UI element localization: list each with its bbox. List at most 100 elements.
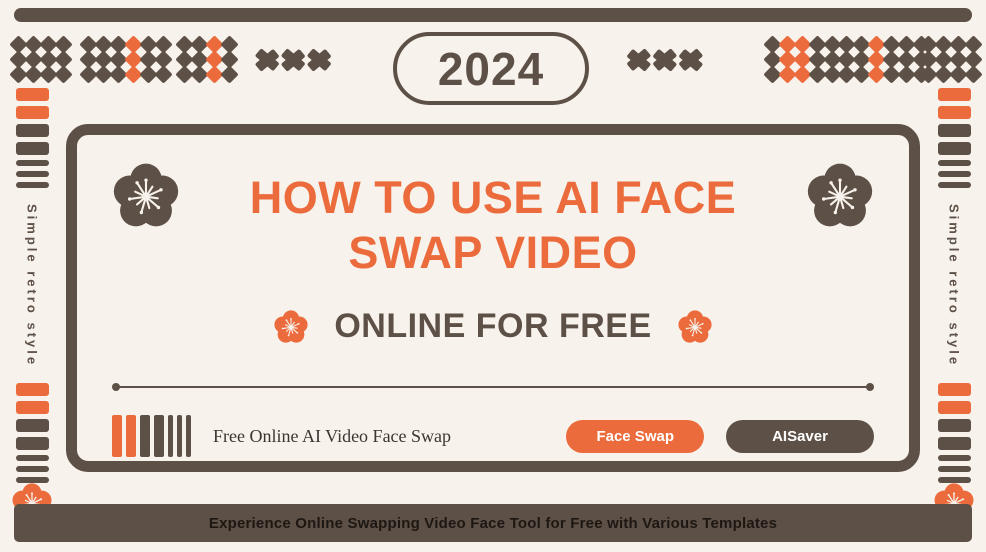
diamond-row xyxy=(9,35,73,54)
diamond-row xyxy=(919,50,983,69)
left-side-rail: Simple retro style xyxy=(8,88,56,522)
chevron-right-icon xyxy=(256,40,282,80)
barcode-bar xyxy=(168,415,173,457)
diamond-row xyxy=(79,50,173,69)
diamond-row xyxy=(763,50,842,69)
title-line-1: HOW TO USE AI FACE xyxy=(249,172,737,223)
tagline-text: Free Online AI Video Face Swap xyxy=(213,425,452,446)
barcode-bar xyxy=(186,415,191,457)
horizontal-divider xyxy=(112,383,874,391)
bottom-banner-text: Experience Online Swapping Video Face To… xyxy=(208,514,778,532)
chevron-left-group xyxy=(624,40,702,80)
rail-bar xyxy=(15,455,49,462)
face-swap-button[interactable]: Face Swap xyxy=(566,419,704,453)
diamond-pattern-group xyxy=(175,35,239,84)
bar-stack-top xyxy=(15,88,49,188)
rail-bar xyxy=(15,142,49,155)
rail-bar xyxy=(937,88,971,101)
year-badge-label: 2024 xyxy=(437,42,545,95)
aisaver-button[interactable]: AISaver xyxy=(726,419,874,453)
rail-bar xyxy=(937,106,971,119)
rail-bar xyxy=(937,124,971,137)
diamond-row xyxy=(175,65,239,84)
rail-bar xyxy=(937,160,971,166)
rail-bar xyxy=(937,383,971,397)
diamond-brown xyxy=(220,65,239,84)
barcode-graphic xyxy=(112,415,191,457)
diamond-brown xyxy=(54,65,73,84)
side-rail-label: Simple retro style xyxy=(946,204,962,368)
plum-blossom-icon xyxy=(678,309,712,344)
year-badge: 2024 xyxy=(393,32,589,105)
diamond-pattern-group xyxy=(763,35,842,84)
diamond-pattern-group xyxy=(919,35,983,84)
diamond-row xyxy=(175,35,239,54)
diamond-row xyxy=(919,35,983,54)
diamond-row xyxy=(837,65,931,84)
diamond-pattern-group xyxy=(837,35,931,84)
diamond-row xyxy=(79,35,173,54)
card-footer-row: Free Online AI Video Face Swap Face Swap… xyxy=(112,413,874,459)
rail-bar xyxy=(15,383,49,397)
rail-bar xyxy=(15,182,49,188)
bar-stack-top xyxy=(937,88,971,188)
barcode-bar xyxy=(126,415,136,457)
chevron-left-icon xyxy=(624,40,650,80)
subtitle-row: ONLINE FOR FREE xyxy=(77,307,909,346)
rail-bar xyxy=(937,437,971,451)
rail-bar xyxy=(15,419,49,433)
divider-dot-end xyxy=(866,383,874,391)
main-content-card: HOW TO USE AI FACE SWAP VIDEO ONLINE FOR… xyxy=(66,124,920,472)
diamond-brown xyxy=(964,65,983,84)
top-accent-bar xyxy=(14,8,972,22)
side-rail-label: Simple retro style xyxy=(24,204,40,368)
rail-bar xyxy=(937,466,971,473)
bar-stack-bottom xyxy=(937,383,971,484)
diamond-row xyxy=(79,65,173,84)
page-subtitle: ONLINE FOR FREE xyxy=(334,307,652,345)
plum-blossom-icon xyxy=(274,309,308,344)
chevron-right-icon xyxy=(308,40,334,80)
bottom-banner: Experience Online Swapping Video Face To… xyxy=(14,504,972,542)
title-line-2: SWAP VIDEO xyxy=(348,226,638,278)
diamond-row xyxy=(919,65,983,84)
diamond-row xyxy=(837,50,931,69)
diamond-pattern-group xyxy=(79,35,173,84)
diamond-row xyxy=(175,50,239,69)
rail-bar xyxy=(15,401,49,415)
rail-bar xyxy=(937,182,971,188)
rail-bar xyxy=(937,142,971,155)
barcode-bar xyxy=(112,415,122,457)
diamond-brown xyxy=(154,65,173,84)
rail-bar xyxy=(15,437,49,451)
diamond-row xyxy=(763,65,842,84)
diamond-row xyxy=(763,35,842,54)
right-side-rail: Simple retro style xyxy=(930,88,978,522)
diamond-pattern-group xyxy=(9,35,73,84)
diamond-row xyxy=(9,65,73,84)
divider-line xyxy=(115,386,871,388)
rail-bar xyxy=(937,171,971,177)
barcode-bar xyxy=(140,415,150,457)
rail-bar xyxy=(15,88,49,101)
barcode-bar xyxy=(154,415,164,457)
rail-bar xyxy=(937,455,971,462)
poster-canvas: 2024 Simple retro style Simple retro sty… xyxy=(0,0,986,552)
chevron-left-icon xyxy=(650,40,676,80)
diamond-row xyxy=(9,50,73,69)
rail-bar xyxy=(15,106,49,119)
rail-bar xyxy=(937,419,971,433)
rail-bar xyxy=(937,401,971,415)
chevron-right-group xyxy=(256,40,334,80)
barcode-bar xyxy=(177,415,182,457)
diamond-row xyxy=(837,35,931,54)
chevron-left-icon xyxy=(676,40,702,80)
chevron-right-icon xyxy=(282,40,308,80)
page-title: HOW TO USE AI FACE SWAP VIDEO xyxy=(77,171,909,281)
bar-stack-bottom xyxy=(15,383,49,484)
button-group: Face Swap AISaver xyxy=(566,419,874,453)
rail-bar xyxy=(15,160,49,166)
rail-bar xyxy=(15,124,49,137)
rail-bar xyxy=(15,466,49,473)
rail-bar xyxy=(15,171,49,177)
